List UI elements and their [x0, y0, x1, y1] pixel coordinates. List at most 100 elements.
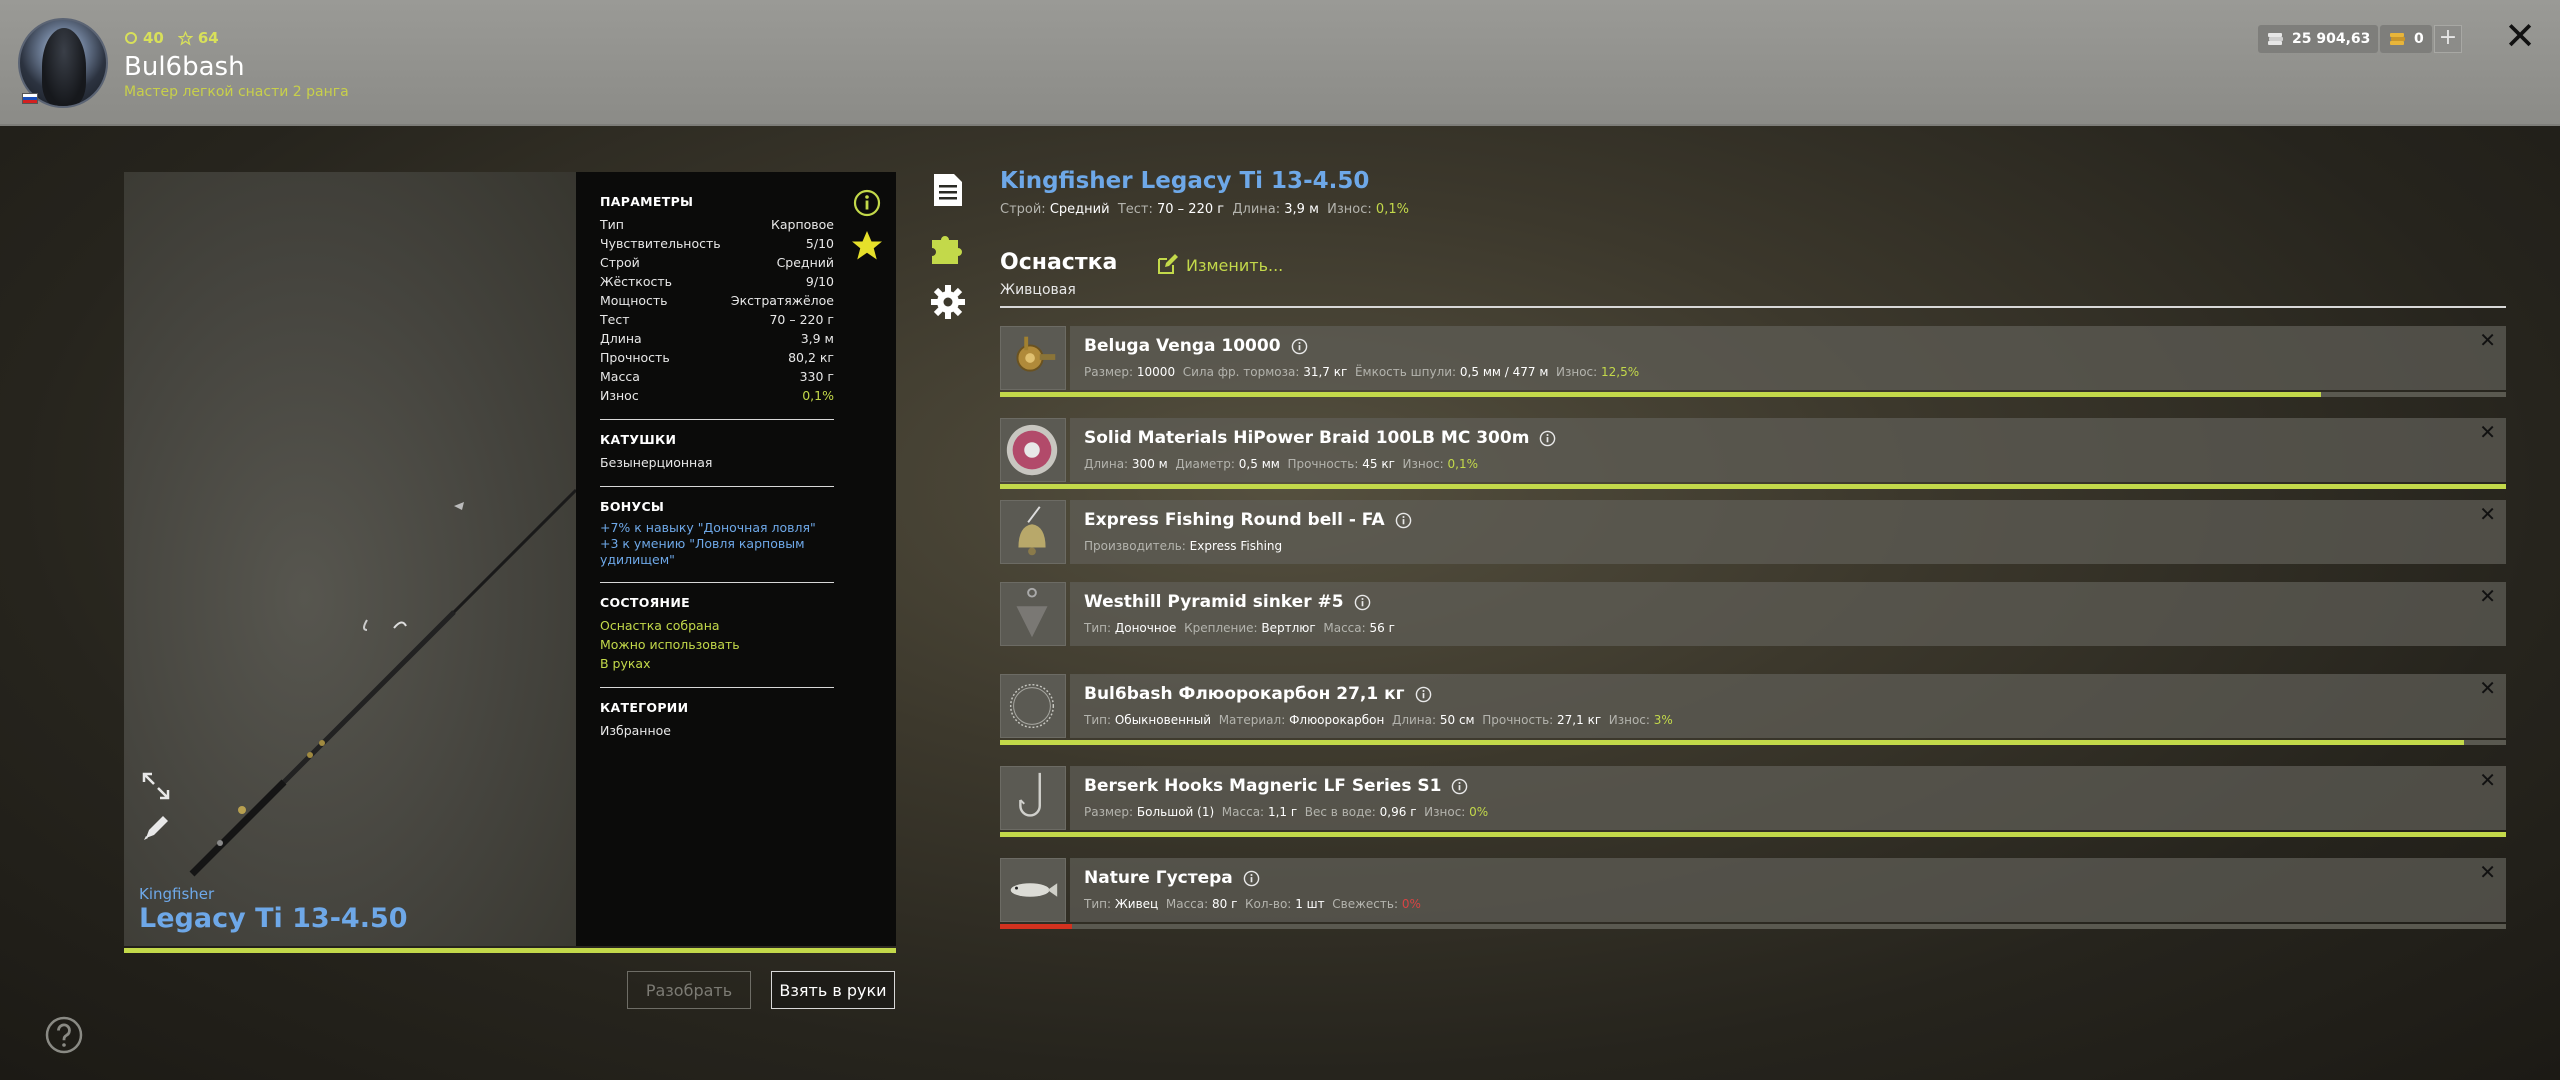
remove-part-close-icon[interactable]: ✕	[2479, 770, 2496, 790]
spec-value: 0%	[1401, 897, 1421, 911]
edit-icon	[1158, 254, 1178, 274]
level-icon	[125, 32, 137, 44]
spec-label: Производитель:	[1084, 539, 1186, 553]
param-value: 9/10	[805, 274, 834, 289]
rod-name: Legacy Ti 13-4.50	[139, 903, 408, 934]
spec-value: Большой (1)	[1136, 805, 1215, 819]
spec-value: 0,96 г	[1379, 805, 1417, 819]
info-icon[interactable]	[1451, 778, 1468, 795]
spec-value: 80 г	[1212, 897, 1238, 911]
rating-star-icon	[177, 30, 193, 46]
spec-value: 50 см	[1439, 713, 1475, 727]
action-value: Средний	[1049, 202, 1110, 217]
spec-value: Доночное	[1114, 621, 1177, 635]
info-icon[interactable]	[1243, 870, 1260, 887]
info-icon[interactable]	[1291, 338, 1308, 355]
param-label: Тест	[600, 312, 630, 327]
param-label: Износ	[600, 388, 639, 403]
remove-part-close-icon[interactable]: ✕	[2479, 330, 2496, 350]
expand-icon[interactable]	[140, 770, 172, 802]
part-name: Nature Густера	[1084, 868, 1233, 888]
part-specs: Тип: Доночное Крепление: Вертлюг Масса: …	[1084, 621, 1403, 635]
param-value: 0,1%	[802, 388, 834, 403]
rig-part-body: Bul6bash Флюорокарбон 27,1 кг Тип: Обыкно…	[1070, 674, 2506, 738]
rig-part-item[interactable]: Westhill Pyramid sinker #5 Тип: Доночное …	[1000, 582, 2506, 646]
reels-value: Безынерционная	[600, 455, 713, 470]
hook-icon	[1000, 766, 1066, 830]
change-rig-link[interactable]: Изменить...	[1156, 254, 1283, 276]
remove-part-close-icon[interactable]: ✕	[2479, 862, 2496, 882]
part-specs: Размер: Большой (1) Масса: 1,1 г Вес в в…	[1084, 805, 1496, 819]
test-label: Тест:	[1117, 202, 1153, 217]
rig-part-item[interactable]: Nature Густера Тип: Живец Масса: 80 г Кол…	[1000, 858, 2506, 929]
spec-label: Масса:	[1323, 621, 1366, 635]
rig-part-body: Westhill Pyramid sinker #5 Тип: Доночное …	[1070, 582, 2506, 646]
player-name[interactable]: Bul6bash	[124, 52, 245, 82]
wear-bar	[1000, 484, 2506, 489]
spec-label: Кол-во:	[1245, 897, 1292, 911]
spec-value: 12,5%	[1601, 365, 1640, 379]
level-stat: 40	[124, 29, 164, 47]
disassemble-button[interactable]: Разобрать	[627, 971, 751, 1009]
spec-label: Тип:	[1084, 621, 1112, 635]
info-icon[interactable]	[852, 188, 882, 218]
rig-part-item[interactable]: Express Fishing Round bell - FA Производи…	[1000, 500, 2506, 564]
level-value: 40	[143, 29, 164, 47]
param-row: Масса 330 г	[600, 367, 834, 386]
help-icon[interactable]	[44, 1015, 84, 1055]
remove-part-close-icon[interactable]: ✕	[2479, 422, 2496, 442]
silver-balance[interactable]: 25 904,63	[2258, 25, 2379, 53]
favorite-star-icon[interactable]	[849, 228, 885, 264]
remove-part-close-icon[interactable]: ✕	[2479, 678, 2496, 698]
gold-amount: 0	[2414, 31, 2424, 47]
part-name-row: Berserk Hooks Magneric LF Series S1	[1084, 776, 1468, 796]
russian-flag-icon	[22, 93, 38, 104]
part-name-row: Nature Густера	[1084, 868, 1260, 888]
part-name-row: Bul6bash Флюорокарбон 27,1 кг	[1084, 684, 1432, 704]
spec-label: Материал:	[1218, 713, 1286, 727]
test-value: 70 – 220 г	[1157, 202, 1225, 217]
remove-part-close-icon[interactable]: ✕	[2479, 586, 2496, 606]
rig-part-item[interactable]: Beluga Venga 10000 Размер: 10000 Сила фр.…	[1000, 326, 2506, 397]
spec-label: Износ:	[1556, 365, 1598, 379]
pencil-icon[interactable]	[140, 812, 172, 844]
rig-part-item[interactable]: Solid Materials HiPower Braid 100LB MC 3…	[1000, 418, 2506, 489]
document-icon[interactable]	[928, 170, 968, 210]
wear-bar	[1000, 924, 1073, 929]
divider	[600, 582, 834, 583]
rod-preview[interactable]: Kingfisher Legacy Ti 13-4.50	[124, 172, 576, 946]
spec-value: 10000	[1136, 365, 1176, 379]
param-label: Жёсткость	[600, 274, 673, 289]
spec-label: Крепление:	[1184, 621, 1258, 635]
gold-balance[interactable]: 0	[2380, 25, 2432, 53]
state-title: СОСТОЯНИЕ	[600, 595, 690, 610]
player-stats: 40 64	[124, 29, 219, 47]
add-currency-button[interactable]: +	[2434, 25, 2462, 53]
rig-part-body: Nature Густера Тип: Живец Масса: 80 г Кол…	[1070, 858, 2506, 922]
gear-icon[interactable]	[928, 282, 968, 322]
categories-value: Избранное	[600, 723, 671, 738]
close-button[interactable]: ✕	[2502, 17, 2538, 55]
spec-value: 1,1 г	[1267, 805, 1298, 819]
param-row: Мощность Экстратяжёлое	[600, 291, 834, 310]
reels-title: КАТУШКИ	[600, 432, 677, 447]
rig-part-item[interactable]: Bul6bash Флюорокарбон 27,1 кг Тип: Обыкно…	[1000, 674, 2506, 745]
param-row: Жёсткость 9/10	[600, 272, 834, 291]
rig-part-item[interactable]: Berserk Hooks Magneric LF Series S1 Разме…	[1000, 766, 2506, 837]
spec-label: Размер:	[1084, 365, 1134, 379]
part-name-row: Solid Materials HiPower Braid 100LB MC 3…	[1084, 428, 1556, 448]
param-label: Прочность	[600, 350, 670, 365]
spec-value: Живец	[1114, 897, 1159, 911]
rig-title: Оснастка	[1000, 250, 1118, 275]
info-icon[interactable]	[1415, 686, 1432, 703]
rig-type: Живцовая	[1000, 282, 1076, 298]
take-in-hands-button[interactable]: Взять в руки	[771, 971, 895, 1009]
param-row: Тип Карповое	[600, 215, 834, 234]
puzzle-icon[interactable]	[928, 226, 968, 266]
remove-part-close-icon[interactable]: ✕	[2479, 504, 2496, 524]
spec-label: Длина:	[1391, 713, 1437, 727]
spec-value: Express Fishing	[1189, 539, 1283, 553]
info-icon[interactable]	[1539, 430, 1556, 447]
info-icon[interactable]	[1395, 512, 1412, 529]
info-icon[interactable]	[1354, 594, 1371, 611]
